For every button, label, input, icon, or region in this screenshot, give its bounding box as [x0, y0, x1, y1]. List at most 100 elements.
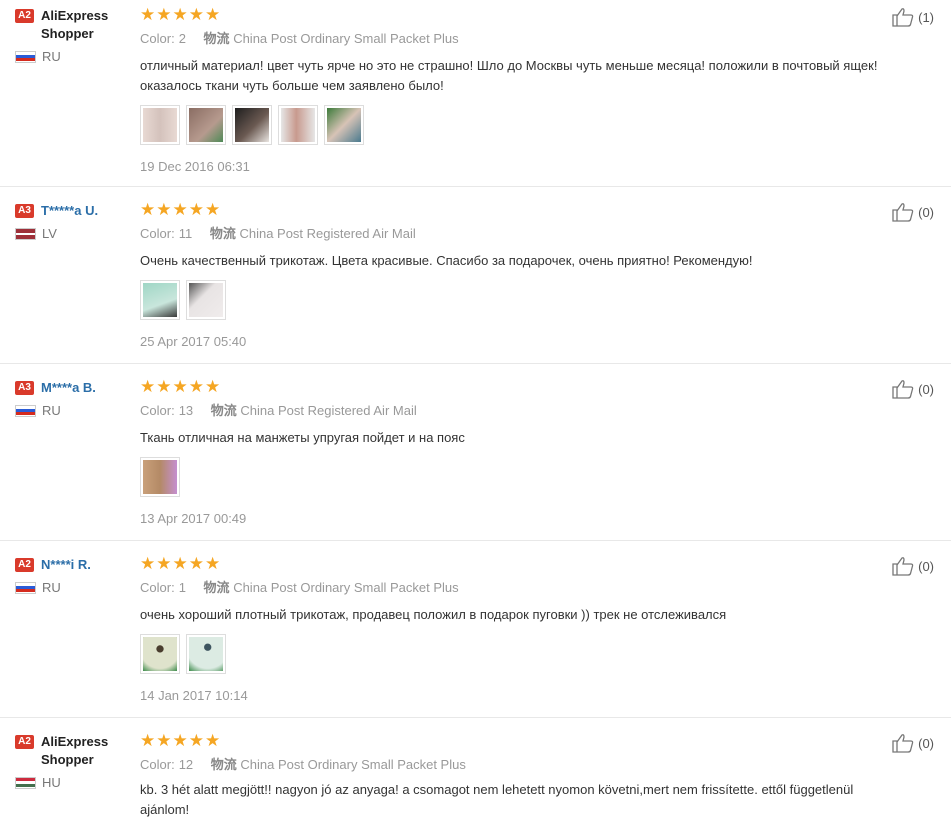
reviewer-country: RU: [15, 49, 135, 64]
country-code: RU: [42, 49, 61, 64]
review-photo-thumbnail[interactable]: [140, 280, 180, 320]
review-text: отличный материал! цвет чуть ярче но это…: [140, 58, 878, 93]
reviewer-name: AliExpress Shopper: [41, 8, 109, 41]
buyer-level-badge: A3: [15, 381, 34, 395]
thumbs-up-icon: [892, 203, 914, 222]
review-content: ★★★★★ Color: 12 物流 China Post Ordinary Sm…: [140, 731, 881, 820]
review-photos: [140, 634, 881, 674]
review-photos: [140, 105, 881, 145]
color-value: 2: [178, 31, 186, 46]
review-photo-thumbnail[interactable]: [232, 105, 272, 145]
review-meta: Color: 13 物流 China Post Registered Air Ma…: [140, 402, 881, 420]
review-content: ★★★★★ Color: 11 物流 China Post Registered …: [140, 200, 881, 349]
reviewer-info: A3 T*****a U. LV: [15, 202, 135, 241]
reviewer-country: RU: [15, 403, 135, 418]
review-photos: [140, 457, 881, 497]
star-rating: ★★★★★: [140, 200, 222, 219]
buyer-level-badge: A3: [15, 204, 34, 218]
country-code: RU: [42, 580, 61, 595]
color-label: Color:: [140, 403, 175, 418]
thumbs-up-icon: [892, 557, 914, 576]
reviewer-info: A2 N****i R. RU: [15, 556, 135, 595]
country-code: RU: [42, 403, 61, 418]
russia-flag-icon: [15, 581, 36, 594]
country-code: HU: [42, 775, 61, 790]
review-photo-thumbnail[interactable]: [186, 105, 226, 145]
helpful-button[interactable]: (0): [891, 733, 934, 753]
review-item: A2 N****i R. RU ★★★★★ Color: 1 物流 China P…: [0, 541, 951, 718]
reviewer-name: AliExpress Shopper: [41, 734, 109, 767]
thumbs-up-icon: [892, 380, 914, 399]
reviewer-country: HU: [15, 775, 135, 790]
shipping-method: China Post Ordinary Small Packet Plus: [233, 580, 459, 595]
shipping-label: 物流: [203, 31, 230, 46]
star-rating: ★★★★★: [140, 554, 222, 573]
review-text: Очень качественный трикотаж. Цвета краси…: [140, 253, 753, 268]
helpful-button[interactable]: (0): [891, 202, 934, 222]
shipping-label: 物流: [210, 757, 237, 772]
review-item: A2 AliExpress Shopper HU ★★★★★ Color: 12 …: [0, 718, 951, 817]
review-item: A2 AliExpress Shopper RU ★★★★★ Color: 2 物…: [0, 0, 951, 187]
review-text: kb. 3 hét alatt megjött!! nagyon jó az a…: [140, 782, 854, 817]
review-photo-thumbnail[interactable]: [186, 634, 226, 674]
buyer-level-badge: A2: [15, 735, 34, 749]
star-rating: ★★★★★: [140, 731, 222, 750]
review-photo-thumbnail[interactable]: [140, 457, 180, 497]
buyer-level-badge: A2: [15, 558, 34, 572]
color-value: 1: [178, 580, 186, 595]
reviewer-info: A2 AliExpress Shopper RU: [15, 7, 135, 64]
color-label: Color:: [140, 757, 175, 772]
shipping-method: China Post Registered Air Mail: [240, 403, 417, 418]
color-value: 13: [178, 403, 194, 418]
reviewer-info: A2 AliExpress Shopper HU: [15, 733, 135, 790]
review-item: A3 T*****a U. LV ★★★★★ Color: 11 物流 China…: [0, 187, 951, 364]
helpful-button[interactable]: (0): [891, 556, 934, 576]
review-photos: [140, 280, 881, 320]
review-date: 13 Apr 2017 00:49: [140, 511, 247, 526]
helpful-count: (0): [918, 381, 934, 397]
helpful-count: (0): [918, 204, 934, 220]
review-meta: Color: 12 物流 China Post Ordinary Small Pa…: [140, 756, 881, 774]
helpful-button[interactable]: (1): [891, 7, 934, 27]
color-label: Color:: [140, 31, 175, 46]
review-text: Ткань отличная на манжеты упругая пойдет…: [140, 430, 465, 445]
shipping-method: China Post Ordinary Small Packet Plus: [233, 31, 459, 46]
review-date: 25 Apr 2017 05:40: [140, 334, 247, 349]
star-rating: ★★★★★: [140, 377, 222, 396]
buyer-level-badge: A2: [15, 9, 34, 23]
review-content: ★★★★★ Color: 13 物流 China Post Registered …: [140, 377, 881, 526]
review-content: ★★★★★ Color: 1 物流 China Post Ordinary Sma…: [140, 554, 881, 703]
shipping-method: China Post Ordinary Small Packet Plus: [240, 757, 466, 772]
review-date: 19 Dec 2016 06:31: [140, 159, 250, 174]
review-photo-thumbnail[interactable]: [140, 105, 180, 145]
color-value: 11: [178, 226, 193, 241]
review-meta: Color: 11 物流 China Post Registered Air Ma…: [140, 225, 881, 243]
reviewer-name[interactable]: T*****a U.: [41, 202, 98, 220]
review-photo-thumbnail[interactable]: [186, 280, 226, 320]
reviewer-country: RU: [15, 580, 135, 595]
helpful-count: (1): [918, 9, 934, 25]
helpful-count: (0): [918, 735, 934, 751]
reviewer-name[interactable]: M****a B.: [41, 379, 96, 397]
review-meta: Color: 2 物流 China Post Ordinary Small Pac…: [140, 30, 881, 48]
reviewer-name[interactable]: N****i R.: [41, 556, 91, 574]
shipping-method: China Post Registered Air Mail: [239, 226, 416, 241]
shipping-label: 物流: [209, 226, 236, 241]
color-value: 12: [178, 757, 194, 772]
helpful-count: (0): [918, 558, 934, 574]
review-photo-thumbnail[interactable]: [140, 634, 180, 674]
shipping-label: 物流: [210, 403, 237, 418]
review-item: A3 M****a B. RU ★★★★★ Color: 13 物流 China …: [0, 364, 951, 541]
hungary-flag-icon: [15, 776, 36, 789]
review-photo-thumbnail[interactable]: [278, 105, 318, 145]
star-rating: ★★★★★: [140, 5, 222, 24]
review-content: ★★★★★ Color: 2 物流 China Post Ordinary Sma…: [140, 5, 881, 174]
color-label: Color:: [140, 580, 175, 595]
thumbs-up-icon: [892, 734, 914, 753]
russia-flag-icon: [15, 50, 36, 63]
review-photo-thumbnail[interactable]: [324, 105, 364, 145]
color-label: Color:: [140, 226, 175, 241]
helpful-button[interactable]: (0): [891, 379, 934, 399]
thumbs-up-icon: [892, 8, 914, 27]
latvia-flag-icon: [15, 227, 36, 240]
